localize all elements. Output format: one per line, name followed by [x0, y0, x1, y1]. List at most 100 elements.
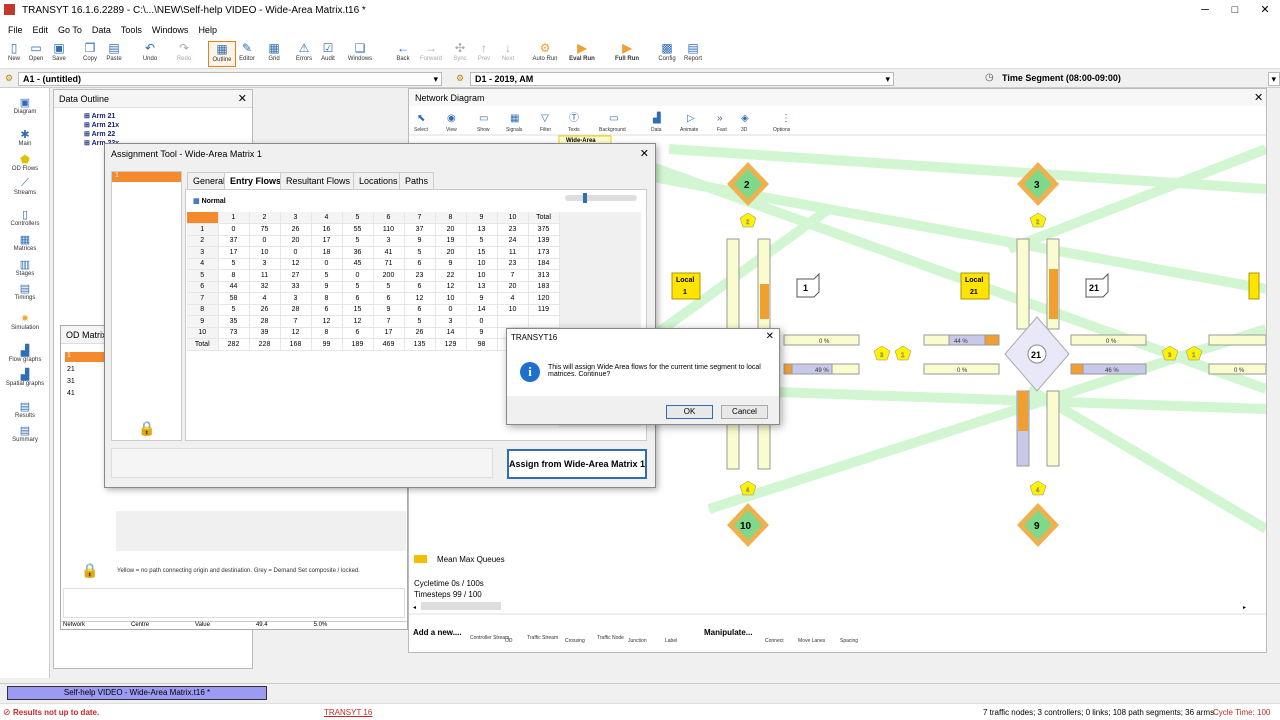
grid-cell[interactable]: 44 [218, 281, 250, 293]
grid-cell[interactable]: 7 [280, 315, 312, 328]
grid-cell[interactable]: 282 [218, 338, 250, 351]
grid-cell[interactable]: 0 [342, 269, 374, 282]
grid-button[interactable]: ▦ Grid [260, 41, 288, 67]
grid-cell[interactable]: 41 [373, 246, 405, 259]
menu-help[interactable]: Help [198, 25, 217, 35]
grid-cell[interactable]: 0 [466, 315, 498, 328]
grid-cell[interactable]: 73 [218, 327, 250, 339]
editor-button[interactable]: ✎ Editor [233, 41, 261, 67]
grid-cell[interactable]: 33 [280, 281, 312, 293]
grid-cell[interactable]: 0 [311, 258, 343, 270]
undo-button[interactable]: ↶ Undo [136, 41, 164, 67]
grid-cell[interactable]: 9 [373, 304, 405, 316]
next-button[interactable]: ↓ Next [494, 41, 522, 67]
grid-cell[interactable]: 12 [404, 292, 436, 305]
grid-cell[interactable]: 183 [528, 281, 560, 293]
grid-cell[interactable]: 55 [342, 223, 374, 236]
grid-cell[interactable]: 15 [466, 246, 498, 259]
menu-file[interactable]: File [8, 25, 23, 35]
grid-cell[interactable]: 32 [249, 281, 281, 293]
zoom-slider-thumb[interactable] [583, 193, 587, 203]
od-row[interactable]: 41 [67, 390, 75, 397]
product-link[interactable]: TRANSYT 16 [324, 708, 372, 717]
zoom-slider[interactable] [565, 195, 637, 201]
sidebar-item-simulation[interactable]: ✷ Simulation [0, 312, 50, 331]
windows-button[interactable]: ❏ Windows [346, 41, 374, 67]
grid-cell[interactable]: 35 [218, 315, 250, 328]
grid-cell[interactable]: 15 [342, 304, 374, 316]
grid-cell[interactable]: 10 [497, 304, 529, 316]
report-button[interactable]: ▤ Report [679, 41, 707, 67]
file-tab[interactable]: Self-help VIDEO - Wide-Area Matrix.t16 * [7, 686, 267, 700]
close-outline-icon[interactable]: ✕ [238, 92, 247, 105]
outline-button[interactable]: ▦ Outline [208, 41, 236, 67]
grid-cell[interactable]: 7 [373, 315, 405, 328]
grid-cell[interactable]: 11 [249, 269, 281, 282]
analysis-select[interactable]: A1 - (untitled) ▾ [18, 72, 442, 86]
close-confirm-icon[interactable]: ✕ [766, 331, 774, 342]
grid-cell[interactable]: 37 [404, 223, 436, 236]
grid-cell[interactable]: 9 [466, 292, 498, 305]
grid-cell[interactable]: 20 [435, 246, 467, 259]
sidebar-item-controllers[interactable]: ▯ Controllers [0, 208, 50, 227]
grid-cell[interactable]: 98 [466, 338, 498, 351]
grid-cell[interactable]: 0 [218, 223, 250, 236]
grid-cell[interactable]: 9 [311, 281, 343, 293]
sidebar-item-matrices[interactable]: ▦ Matrices [0, 233, 50, 252]
maximize-button[interactable]: □ [1220, 0, 1250, 20]
grid-cell[interactable]: 75 [249, 223, 281, 236]
grid-cell[interactable]: 37 [218, 235, 250, 247]
grid-cell[interactable]: 173 [528, 246, 560, 259]
grid-cell[interactable]: 12 [311, 315, 343, 328]
menu-windows[interactable]: Windows [152, 25, 189, 35]
grid-cell[interactable]: 200 [373, 269, 405, 282]
close-assign-icon[interactable]: ✕ [640, 147, 649, 160]
grid-cell[interactable]: 20 [497, 281, 529, 293]
grid-cell[interactable]: 10 [249, 246, 281, 259]
grid-cell[interactable]: 13 [466, 223, 498, 236]
grid-cell[interactable]: 5 [404, 315, 436, 328]
grid-cell[interactable]: 0 [249, 235, 281, 247]
grid-cell[interactable]: 129 [435, 338, 467, 351]
forward-button[interactable]: → Forward [417, 41, 445, 67]
grid-cell[interactable]: 26 [404, 327, 436, 339]
grid-cell[interactable]: 28 [280, 304, 312, 316]
grid-cell[interactable]: 0 [280, 246, 312, 259]
sidebar-item-summary[interactable]: ▤ Summary [0, 424, 50, 443]
grid-cell[interactable]: 8 [311, 327, 343, 339]
grid-corner[interactable] [187, 212, 219, 224]
grid-cell[interactable]: 135 [404, 338, 436, 351]
grid-cell[interactable]: 6 [404, 281, 436, 293]
grid-cell[interactable]: 23 [497, 258, 529, 270]
grid-cell[interactable]: 375 [528, 223, 560, 236]
grid-cell[interactable]: 12 [280, 327, 312, 339]
tab-paths[interactable]: Paths [399, 172, 435, 189]
grid-cell[interactable]: 5 [373, 281, 405, 293]
grid-cell[interactable]: 119 [528, 304, 560, 316]
grid-cell[interactable]: 23 [497, 223, 529, 236]
demand-select[interactable]: D1 - 2019, AM ▾ [470, 72, 894, 86]
tree-item-arm-21[interactable]: ⊞ Arm 21 [84, 112, 115, 120]
grid-cell[interactable]: 12 [280, 258, 312, 270]
grid-cell[interactable]: 17 [311, 235, 343, 247]
grid-cell[interactable]: 5 [218, 258, 250, 270]
sidebar-item-od-flows[interactable]: ⬟ OD Flows [0, 153, 50, 172]
assign-from-wide-area-button[interactable]: Assign from Wide-Area Matrix 1 [507, 449, 647, 479]
tree-item-arm-22[interactable]: ⊞ Arm 22 [84, 130, 115, 138]
grid-cell[interactable]: 168 [280, 338, 312, 351]
tab-locations[interactable]: Locations [353, 172, 404, 189]
od-row[interactable]: 1 [65, 352, 105, 362]
grid-cell[interactable]: 19 [435, 235, 467, 247]
eval-run-button[interactable]: ▶ Eval Run [566, 41, 598, 67]
grid-cell[interactable]: 24 [497, 235, 529, 247]
grid-cell[interactable]: 4 [497, 292, 529, 305]
grid-cell[interactable]: 110 [373, 223, 405, 236]
grid-cell[interactable]: 4 [249, 292, 281, 305]
back-button[interactable]: ← Back [389, 41, 417, 67]
menu-data[interactable]: Data [92, 25, 111, 35]
grid-cell[interactable]: 7 [497, 269, 529, 282]
grid-cell[interactable]: 9 [404, 235, 436, 247]
grid-cell[interactable]: 22 [435, 269, 467, 282]
audit-button[interactable]: ☑ Audit [314, 41, 342, 67]
grid-cell[interactable] [497, 315, 529, 328]
